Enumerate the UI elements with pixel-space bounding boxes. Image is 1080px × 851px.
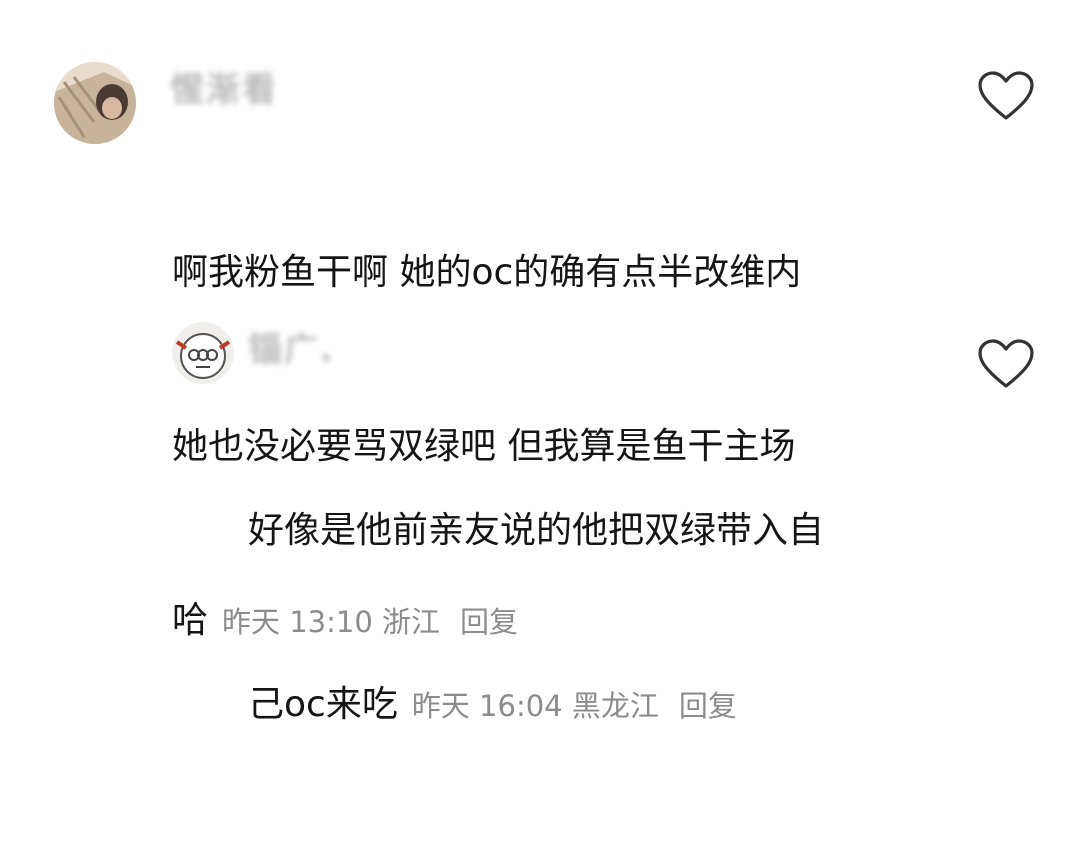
comment-time: 昨天 16:04 xyxy=(411,689,563,723)
like-button[interactable] xyxy=(977,338,1035,390)
heart-outline-icon xyxy=(978,71,1034,120)
comment-line: 好像是他前亲友说的他把双绿带入自 xyxy=(248,510,825,551)
like-button[interactable] xyxy=(977,70,1035,122)
comment-line: 啊我粉鱼干啊 她的oc的确有点半改维内 xyxy=(172,252,802,293)
comment-line-text: 己oc来吃 xyxy=(248,684,398,725)
avatar[interactable] xyxy=(172,322,234,384)
username[interactable]: 锱广. xyxy=(248,322,335,371)
comment-text: 好像是他前亲友说的他把双绿带入自 己oc来吃 昨天 16:04 黑龙江 回复 xyxy=(248,386,948,851)
reply-button[interactable]: 回复 xyxy=(679,689,737,723)
comment-location: 黑龙江 xyxy=(571,689,659,723)
heart-outline-icon xyxy=(978,339,1034,388)
comment-line: 己oc来吃 昨天 16:04 黑龙江 回复 xyxy=(248,676,948,735)
username[interactable]: 惺渐看 xyxy=(170,62,278,111)
avatar[interactable] xyxy=(54,62,136,144)
comment-meta: 昨天 16:04 黑龙江 回复 xyxy=(412,689,737,723)
comment-line-text: 哈 xyxy=(172,600,209,641)
